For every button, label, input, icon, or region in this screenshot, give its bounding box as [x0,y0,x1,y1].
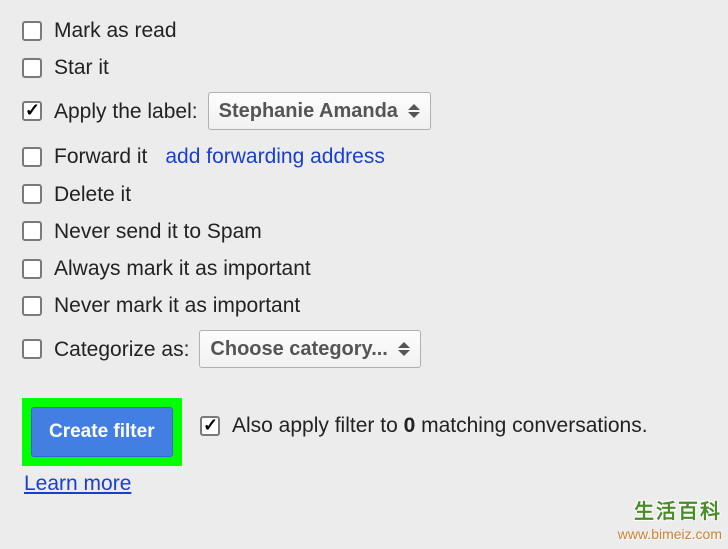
dropdown-apply-label[interactable]: Stephanie Amanda [208,92,431,130]
watermark-line1: 生活百科 [618,499,722,525]
label-also-apply: Also apply filter to 0 matching conversa… [232,414,648,438]
watermark-line2: www.bimeiz.com [618,525,722,543]
checkbox-delete-it[interactable] [22,184,42,204]
option-categorize-as: Categorize as: Choose category... [22,330,728,368]
label-categorize-as: Categorize as: [54,337,189,362]
also-apply-suffix: matching conversations. [415,414,647,437]
checkbox-star-it[interactable] [22,58,42,78]
checkbox-never-important[interactable] [22,296,42,316]
option-always-important: Always mark it as important [22,256,728,281]
checkbox-forward-it[interactable] [22,147,42,167]
checkbox-never-spam[interactable] [22,221,42,241]
label-forward-it: Forward it [54,144,147,169]
option-never-important: Never mark it as important [22,293,728,318]
checkbox-apply-label[interactable] [22,101,42,121]
checkbox-mark-as-read[interactable] [22,21,42,41]
highlight-box: Create filter [22,398,182,466]
option-star-it: Star it [22,55,728,80]
label-apply-label: Apply the label: [54,99,198,124]
also-apply-count: 0 [404,414,416,437]
option-mark-as-read: Mark as read [22,18,728,43]
watermark: 生活百科 www.bimeiz.com [618,499,722,543]
option-apply-label: Apply the label: Stephanie Amanda [22,92,728,130]
select-arrows-icon [408,104,420,118]
create-filter-button[interactable]: Create filter [31,407,173,457]
label-mark-as-read: Mark as read [54,18,177,43]
option-also-apply: Also apply filter to 0 matching conversa… [200,414,648,438]
checkbox-categorize-as[interactable] [22,339,42,359]
also-apply-prefix: Also apply filter to [232,414,404,437]
dropdown-apply-label-value: Stephanie Amanda [219,99,398,123]
option-never-spam: Never send it to Spam [22,219,728,244]
label-delete-it: Delete it [54,182,131,207]
option-delete-it: Delete it [22,182,728,207]
checkbox-also-apply[interactable] [200,416,220,436]
link-learn-more[interactable]: Learn more [24,472,131,496]
label-never-spam: Never send it to Spam [54,219,262,244]
link-add-forwarding-address[interactable]: add forwarding address [165,144,384,169]
dropdown-categorize-as[interactable]: Choose category... [199,330,420,368]
select-arrows-icon [398,342,410,356]
label-never-important: Never mark it as important [54,293,300,318]
footer: Create filter Also apply filter to 0 mat… [22,398,728,496]
label-star-it: Star it [54,55,109,80]
dropdown-categorize-as-value: Choose category... [210,337,387,361]
label-always-important: Always mark it as important [54,256,311,281]
checkbox-always-important[interactable] [22,259,42,279]
option-forward-it: Forward it add forwarding address [22,144,728,169]
